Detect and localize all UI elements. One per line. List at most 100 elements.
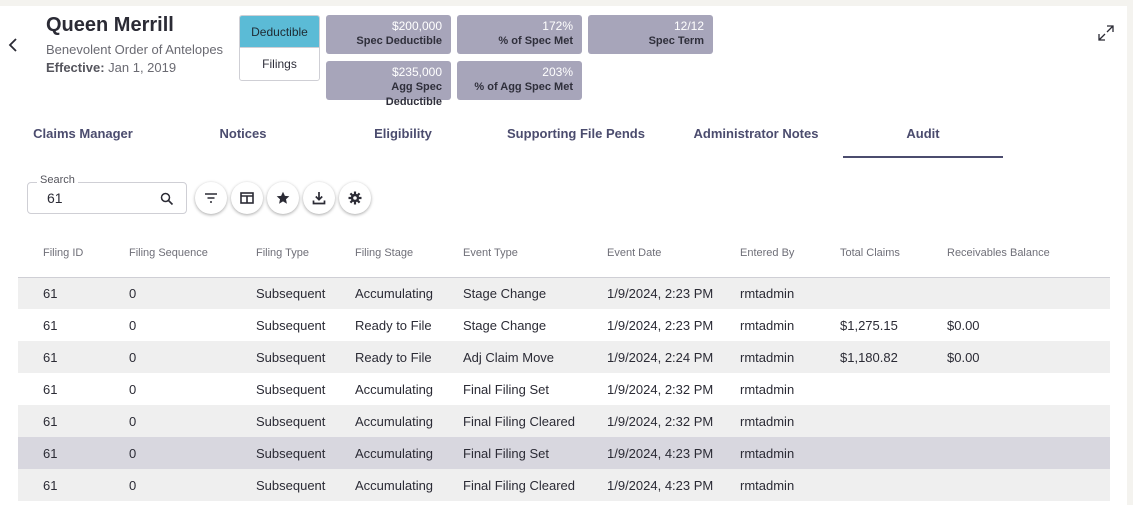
table-cell: rmtadmin	[715, 373, 815, 405]
table-cell: Stage Change	[438, 309, 582, 341]
column-header[interactable]: Filing Stage	[330, 230, 438, 278]
gear-icon	[348, 191, 362, 205]
table-cell: rmtadmin	[715, 405, 815, 437]
table-cell: Final Filing Cleared	[438, 469, 582, 501]
stat-label: Spec Deductible	[356, 35, 442, 47]
table-cell: rmtadmin	[715, 469, 815, 501]
tab-bar: Claims Manager Notices Eligibility Suppo…	[0, 120, 1127, 160]
table-cell	[815, 405, 922, 437]
tab-supporting-file-pends[interactable]: Supporting File Pends	[496, 120, 656, 158]
tab-claims-manager[interactable]: Claims Manager	[18, 120, 148, 158]
table-cell: Accumulating	[330, 469, 438, 501]
column-header[interactable]: Filing Type	[231, 230, 330, 278]
table-cell: 0	[104, 341, 231, 373]
expand-button[interactable]	[1097, 24, 1115, 42]
toggle-filings[interactable]: Filings	[240, 48, 319, 80]
table-cell	[815, 469, 922, 501]
column-header[interactable]: Filing ID	[18, 230, 104, 278]
table-row-highlighted[interactable]: 61 0 Subsequent Accumulating Final Filin…	[18, 437, 1110, 469]
table-cell: 61	[18, 405, 104, 437]
table-cell	[815, 277, 922, 309]
column-header[interactable]: Event Type	[438, 230, 582, 278]
table-cell: Subsequent	[231, 341, 330, 373]
table-cell: Final Filing Cleared	[438, 405, 582, 437]
column-header[interactable]: Total Claims	[815, 230, 922, 278]
tab-administrator-notes[interactable]: Administrator Notes	[681, 120, 831, 158]
table-cell: 1/9/2024, 2:32 PM	[582, 373, 715, 405]
column-header[interactable]: Event Date	[582, 230, 715, 278]
table-cell: 1/9/2024, 2:23 PM	[582, 309, 715, 341]
table-cell: $1,275.15	[815, 309, 922, 341]
table-row[interactable]: 61 0 Subsequent Accumulating Stage Chang…	[18, 277, 1110, 309]
chevron-left-icon	[8, 38, 17, 52]
audit-table: Filing ID Filing Sequence Filing Type Fi…	[18, 230, 1110, 501]
filter-icon	[205, 193, 217, 203]
table-cell: 1/9/2024, 4:23 PM	[582, 437, 715, 469]
table-cell: 1/9/2024, 2:23 PM	[582, 277, 715, 309]
table-cell: Accumulating	[330, 437, 438, 469]
table-cell: Adj Claim Move	[438, 341, 582, 373]
table-cell: 0	[104, 277, 231, 309]
table-cell: 61	[18, 277, 104, 309]
table-row[interactable]: 61 0 Subsequent Ready to File Adj Claim …	[18, 341, 1110, 373]
table-cell: Stage Change	[438, 277, 582, 309]
columns-icon	[240, 192, 254, 204]
organization-name: Benevolent Order of Antelopes	[46, 42, 224, 57]
table-cell: $1,180.82	[815, 341, 922, 373]
table-cell	[922, 277, 1110, 309]
column-header[interactable]: Entered By	[715, 230, 815, 278]
stat-spec-deductible: $200,000 Spec Deductible	[326, 15, 451, 54]
stat-agg-spec-deductible: $235,000 Agg Spec Deductible	[326, 61, 451, 108]
effective-label: Effective:	[46, 60, 105, 75]
download-button[interactable]	[303, 182, 335, 214]
table-cell: 1/9/2024, 2:32 PM	[582, 405, 715, 437]
table-cell	[922, 437, 1110, 469]
filter-button[interactable]	[195, 182, 227, 214]
table-cell: 61	[18, 309, 104, 341]
table-cell: Ready to File	[330, 309, 438, 341]
expand-icon	[1098, 25, 1114, 41]
table-cell: Final Filing Set	[438, 437, 582, 469]
search-label: Search	[37, 174, 78, 186]
table-row[interactable]: 61 0 Subsequent Accumulating Final Filin…	[18, 405, 1110, 437]
stat-label: % of Agg Spec Met	[474, 81, 573, 93]
table-cell	[815, 437, 922, 469]
stat-value: $200,000	[391, 19, 442, 33]
table-cell: 0	[104, 309, 231, 341]
view-toggle: Deductible Filings	[239, 15, 320, 81]
table-row[interactable]: 61 0 Subsequent Accumulating Final Filin…	[18, 373, 1110, 405]
table-cell: Subsequent	[231, 469, 330, 501]
stat-value: 12/12	[673, 19, 704, 33]
table-cell: $0.00	[922, 309, 1110, 341]
column-header[interactable]: Receivables Balance	[922, 230, 1110, 278]
table-cell: 61	[18, 341, 104, 373]
table-cell: $0.00	[922, 341, 1110, 373]
table-cell: rmtadmin	[715, 309, 815, 341]
search-icon	[160, 192, 174, 206]
search-button[interactable]	[160, 192, 174, 206]
table-cell: Final Filing Set	[438, 373, 582, 405]
table-cell: 1/9/2024, 4:23 PM	[582, 469, 715, 501]
stat-pct-agg-spec-met: 203% % of Agg Spec Met	[457, 61, 582, 100]
table-row[interactable]: 61 0 Subsequent Accumulating Final Filin…	[18, 469, 1110, 501]
search-value[interactable]: 61	[47, 190, 63, 206]
table-cell: Subsequent	[231, 277, 330, 309]
tab-audit[interactable]: Audit	[843, 120, 1003, 158]
table-cell: rmtadmin	[715, 341, 815, 373]
stat-spec-term: 12/12 Spec Term	[588, 15, 713, 54]
tab-eligibility[interactable]: Eligibility	[338, 120, 468, 158]
table-row[interactable]: 61 0 Subsequent Ready to File Stage Chan…	[18, 309, 1110, 341]
column-header[interactable]: Filing Sequence	[104, 230, 231, 278]
table-cell: Subsequent	[231, 373, 330, 405]
page-title: Queen Merrill	[46, 14, 174, 36]
table-cell: 1/9/2024, 2:24 PM	[582, 341, 715, 373]
columns-button[interactable]	[231, 182, 263, 214]
tab-notices[interactable]: Notices	[178, 120, 308, 158]
favorite-button[interactable]	[267, 182, 299, 214]
toggle-deductible[interactable]: Deductible	[240, 16, 319, 48]
settings-button[interactable]	[339, 182, 371, 214]
table-cell: Ready to File	[330, 341, 438, 373]
back-button[interactable]	[6, 36, 20, 54]
table-cell	[922, 373, 1110, 405]
stat-label: Agg Spec Deductible	[385, 81, 442, 108]
